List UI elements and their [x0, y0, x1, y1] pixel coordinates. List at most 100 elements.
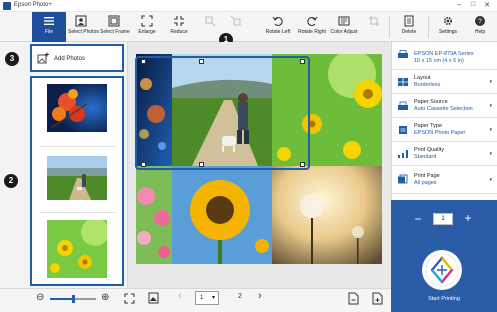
color-adjust-button[interactable]: Color Adjust: [329, 12, 359, 42]
paper-type-select[interactable]: Paper Type EPSON Photo Paper ▾: [392, 118, 497, 142]
zoom-slider-thumb[interactable]: [71, 295, 75, 303]
pink-flowers-cell[interactable]: [136, 166, 172, 264]
thumbnail-autumn-leaves[interactable]: [47, 84, 107, 132]
toolbar-divider: [389, 16, 390, 38]
remove-page-icon[interactable]: [348, 292, 359, 305]
maximize-button[interactable]: □: [468, 1, 478, 8]
resize-handle[interactable]: [300, 162, 305, 167]
delete-icon: [404, 15, 414, 27]
sunset-dandelion-cell[interactable]: [272, 166, 382, 264]
dog-walk-image: [47, 156, 107, 200]
rotate-left-button[interactable]: Rotate Left: [263, 12, 293, 42]
layout-select[interactable]: Layout Borderless ▾: [392, 70, 497, 94]
printer-name: EPSON EP-879A Series: [414, 51, 474, 57]
hamburger-menu-icon: [44, 17, 54, 25]
resize-handle[interactable]: [199, 59, 204, 64]
color-adjust-label: Color Adjust: [330, 29, 358, 35]
paper-size: 10 x 15 cm (4 x 6 in): [414, 58, 464, 64]
close-button[interactable]: ✕: [482, 1, 492, 9]
start-printing-button[interactable]: [422, 250, 462, 290]
photo-person-icon: [75, 15, 87, 27]
quality-icon: [398, 150, 408, 158]
title-bar: Epson Photo+ – □ ✕: [0, 0, 497, 12]
select-frame-button[interactable]: Select Frame: [100, 12, 130, 42]
print-page-select[interactable]: Print Page All pages ▾: [392, 166, 497, 194]
resize-handle[interactable]: [300, 59, 305, 64]
rotate-left-label: Rotate Left: [265, 29, 291, 35]
settings-button[interactable]: Settings: [434, 12, 462, 42]
paper-source-label: Paper Source: [414, 99, 448, 105]
thumbnail-yellow-flowers[interactable]: [47, 220, 107, 278]
print-quality-label: Print Quality: [414, 147, 444, 153]
paper-source-value: Auto Cassette Selection: [414, 106, 473, 112]
layout-label: Layout: [414, 75, 431, 81]
resize-handle[interactable]: [141, 59, 146, 64]
paper-source-select[interactable]: Paper Source Auto Cassette Selection ▾: [392, 94, 497, 118]
chevron-down-icon: ▾: [489, 177, 492, 183]
thumbnail-divider: [40, 212, 116, 213]
minimize-button[interactable]: –: [454, 1, 464, 8]
page-number-select[interactable]: 1 ▾: [195, 291, 219, 305]
help-label: Help: [474, 29, 486, 35]
enlarge-button[interactable]: Enlarge: [134, 12, 160, 42]
next-page-button[interactable]: ›: [258, 290, 262, 302]
gear-icon: [443, 16, 453, 26]
autumn-leaves-image: [47, 84, 107, 132]
chevron-down-icon: ▾: [489, 151, 492, 157]
toolbar-divider: [428, 16, 429, 38]
enlarge-icon: [141, 15, 153, 27]
printer-icon: [398, 50, 408, 58]
reduce-button[interactable]: Reduce: [166, 12, 192, 42]
callout-2: 2: [4, 174, 18, 188]
help-button[interactable]: ? Help: [468, 12, 492, 42]
paper-tray-icon: [398, 101, 408, 110]
delete-button[interactable]: Delete: [395, 12, 423, 42]
layout-icon: [230, 15, 241, 26]
select-photos-button[interactable]: Select Photos: [68, 12, 99, 42]
rotate-right-icon: [307, 16, 318, 27]
printer-select[interactable]: EPSON EP-879A Series 10 x 15 cm (4 x 6 i…: [392, 42, 497, 70]
resize-handle[interactable]: [199, 162, 204, 167]
resize-handle[interactable]: [141, 162, 146, 167]
zoom-slider[interactable]: [50, 295, 96, 303]
copies-input[interactable]: 1: [433, 213, 453, 225]
print-quality-select[interactable]: Print Quality Standard ▾: [392, 142, 497, 166]
settings-label: Settings: [438, 29, 458, 35]
selected-photo-frame[interactable]: [135, 56, 310, 170]
callout-3: 3: [5, 52, 19, 66]
sunset-dandelion-image: [272, 166, 382, 264]
app-logo-icon: [3, 2, 11, 10]
image-view-icon[interactable]: [148, 292, 159, 304]
copies-decrease-button[interactable]: −: [412, 212, 424, 226]
fit-to-window-icon[interactable]: [124, 293, 135, 304]
add-page-icon[interactable]: [372, 292, 383, 305]
crop-button[interactable]: [364, 12, 384, 42]
add-photos-label: Add Photos: [54, 56, 86, 62]
sunflower-cell[interactable]: [172, 166, 272, 264]
copies-increase-button[interactable]: +: [462, 211, 474, 225]
help-icon: ?: [475, 16, 485, 26]
file-button[interactable]: File: [32, 12, 66, 42]
rotate-left-icon: [272, 16, 283, 27]
layout-icon: [398, 78, 408, 86]
thumbnail-list[interactable]: [30, 76, 124, 286]
add-photos-button[interactable]: Add Photos: [30, 44, 124, 72]
chevron-down-icon: ▾: [489, 79, 492, 85]
add-photo-icon: [37, 52, 49, 64]
print-page-label: Print Page: [414, 173, 440, 179]
paper-type-label: Paper Type: [414, 123, 443, 129]
previous-page-button[interactable]: ‹: [178, 290, 182, 302]
print-quality-value: Standard: [414, 154, 437, 160]
toolbar: File Select Photos Select Frame Enlarge …: [0, 12, 497, 42]
layout-value: Borderless: [414, 82, 441, 88]
current-page-value: 1: [200, 295, 204, 301]
zoom-out-button[interactable]: ⊖: [36, 292, 44, 303]
layout-tool-1-button[interactable]: [200, 12, 220, 42]
thumbnail-dog-path[interactable]: [47, 156, 107, 200]
zoom-in-button[interactable]: ⊕: [101, 292, 109, 303]
svg-text:?: ?: [478, 19, 482, 26]
rotate-right-button[interactable]: Rotate Right: [296, 12, 328, 42]
select-photos-label: Select Photos: [68, 29, 99, 35]
print-start-icon: [425, 253, 459, 287]
thumbnail-divider: [40, 146, 116, 147]
